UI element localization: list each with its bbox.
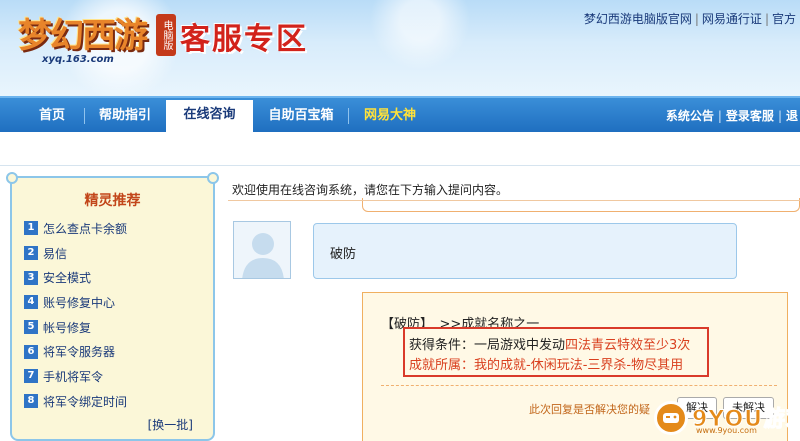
item-label: 安全模式 xyxy=(43,271,92,286)
avatar-silhouette-icon xyxy=(242,233,284,278)
reply-divider xyxy=(381,385,777,386)
user-message-text: 破防 xyxy=(330,247,357,262)
nav-right-links: 系统公告 | 登录客服 | 退 xyxy=(665,109,798,123)
list-item[interactable]: 8 将军令绑定时间 xyxy=(24,389,209,414)
list-item[interactable]: 6 将军令服务器 xyxy=(24,339,209,364)
passport-link[interactable]: 网易通行证 xyxy=(702,12,762,26)
logout-link[interactable]: 退 xyxy=(786,109,798,123)
welcome-text: 欢迎使用在线咨询系统，请您在下方输入提问内容。 xyxy=(232,183,509,197)
list-item[interactable]: 7 手机将军令 xyxy=(24,364,209,389)
recommend-list: 1 怎么查点卡余额 2 易信 3 安全模式 4 账号修复中心 5 帐号修复 6 将军令服务器… xyxy=(24,216,209,414)
item-number: 7 xyxy=(24,369,38,384)
reply-category: 成就所属：我的成就-休闲玩法-三界杀-物尽其用 xyxy=(409,358,684,373)
nav-home[interactable]: 首页 xyxy=(24,98,80,134)
item-label: 将军令绑定时间 xyxy=(43,394,128,409)
recommend-sidebar: 精灵推荐 1 怎么查点卡余额 2 易信 3 安全模式 4 账号修复中心 5 帐号修复 6将… xyxy=(6,172,219,441)
feedback-question: 此次回复是否解决您的疑 xyxy=(529,403,650,416)
user-avatar xyxy=(233,221,291,279)
item-label: 易信 xyxy=(43,246,68,261)
list-item[interactable]: 5 帐号修复 xyxy=(24,315,209,340)
sidebar-title: 精灵推荐 xyxy=(84,193,141,209)
item-label: 怎么查点卡余额 xyxy=(43,221,128,236)
divider xyxy=(228,200,800,201)
logo-url: xyq.163.com xyxy=(42,54,114,65)
item-label: 手机将军令 xyxy=(43,369,104,384)
list-item[interactable]: 4 账号修复中心 xyxy=(24,290,209,315)
watermark-url: www.9you.com xyxy=(696,426,757,435)
section-title: 客服专区 xyxy=(180,22,308,57)
page-header: 梦幻西游 电脑版 xyq.163.com 客服专区 梦幻西游电脑版官网 | 网易通行… xyxy=(0,0,800,96)
gamepad-icon xyxy=(654,401,688,435)
logo-text: 梦幻西游 xyxy=(18,16,148,56)
highlighted-answer: 获得条件：一局游戏中发动四法青云特效至少3次 成就所属：我的成就-休闲玩法-三界… xyxy=(403,327,709,377)
corner-ornament xyxy=(207,172,219,184)
top-links: 梦幻西游电脑版官网 | 网易通行证 | 官方 xyxy=(583,12,796,26)
system-notice-link[interactable]: 系统公告 xyxy=(666,109,714,123)
site-watermark: 9YOU游戏网 www.9you.com xyxy=(654,399,800,437)
reply-condition: 获得条件：一局游戏中发动四法青云特效至少3次 xyxy=(409,338,691,353)
nav-online-consult[interactable]: 在线咨询 xyxy=(166,100,253,134)
official-site-link[interactable]: 梦幻西游电脑版官网 xyxy=(584,12,692,26)
user-message-bubble: 破防 xyxy=(313,223,737,279)
item-label: 账号修复中心 xyxy=(43,295,116,310)
refresh-batch-link[interactable]: [换一批] xyxy=(148,416,193,433)
list-item[interactable]: 3 安全模式 xyxy=(24,265,209,290)
item-number: 4 xyxy=(24,295,38,310)
list-item[interactable]: 1 怎么查点卡余额 xyxy=(24,216,209,241)
item-number: 2 xyxy=(24,246,38,261)
official-link[interactable]: 官方 xyxy=(772,12,796,26)
main-nav: 首页 帮助指引 在线咨询 自助百宝箱 网易大神 系统公告 | 登录客服 | 退 xyxy=(0,96,800,134)
item-number: 8 xyxy=(24,394,38,409)
nav-self-service[interactable]: 自助百宝箱 xyxy=(258,98,344,134)
nav-help[interactable]: 帮助指引 xyxy=(90,98,160,134)
sub-strip xyxy=(0,132,800,166)
item-label: 将军令服务器 xyxy=(43,345,116,360)
logo-badge: 电脑版 xyxy=(156,14,176,56)
corner-ornament xyxy=(6,172,18,184)
item-number: 5 xyxy=(24,320,38,335)
list-item[interactable]: 2 易信 xyxy=(24,241,209,266)
game-logo[interactable]: 梦幻西游 电脑版 xyq.163.com xyxy=(8,6,178,70)
item-label: 帐号修复 xyxy=(43,320,92,335)
nav-netease-dashen[interactable]: 网易大神 xyxy=(354,98,426,134)
login-service-link[interactable]: 登录客服 xyxy=(726,109,774,123)
item-number: 3 xyxy=(24,270,38,285)
item-number: 6 xyxy=(24,344,38,359)
item-number: 1 xyxy=(24,221,38,236)
